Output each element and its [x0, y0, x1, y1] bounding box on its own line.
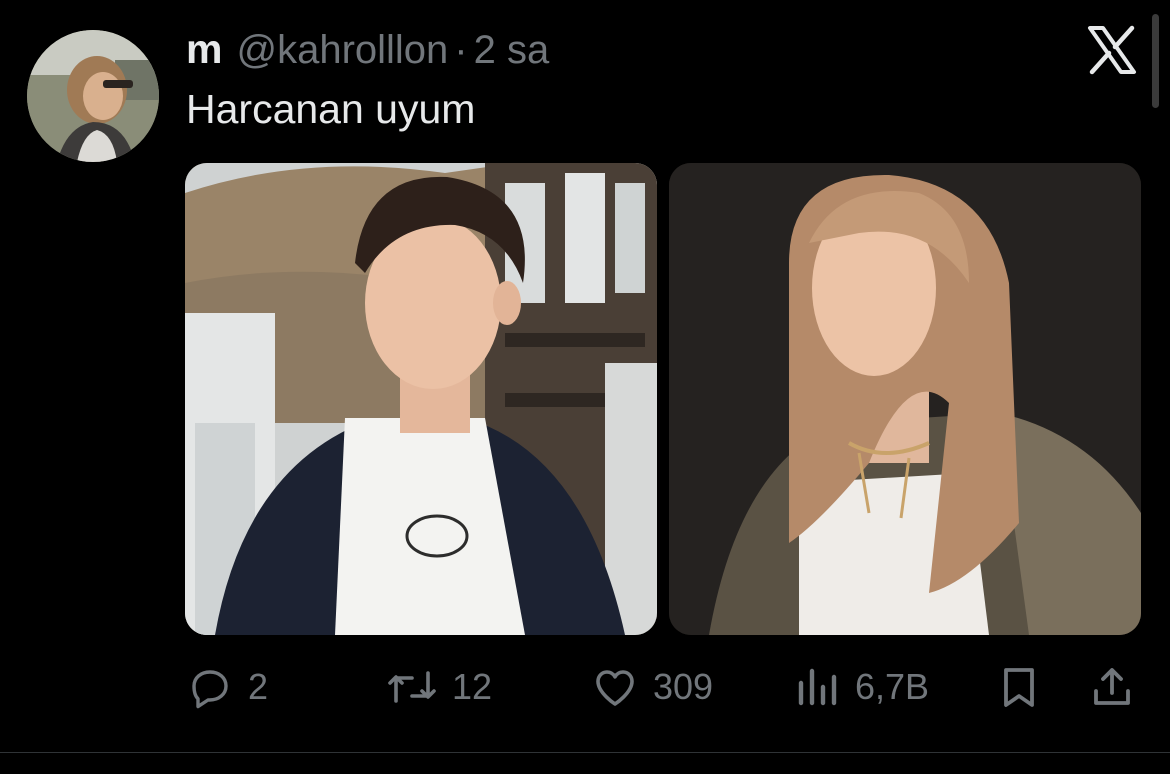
share-button[interactable] [1088, 655, 1136, 719]
tweet-header: m @kahrolllon · 2 sa [186, 26, 549, 72]
reply-icon [192, 670, 228, 709]
reply-button[interactable]: 2 [186, 655, 268, 719]
display-name[interactable]: m [186, 26, 222, 73]
bookmark-button[interactable] [996, 655, 1042, 719]
tweet-text: Harcanan uyum [186, 86, 476, 132]
repost-icon [388, 671, 436, 703]
share-icon [1094, 668, 1130, 705]
view-count: 6,7B [855, 666, 930, 707]
timestamp[interactable]: 2 sa [474, 28, 550, 73]
repost-count: 12 [452, 666, 493, 707]
avatar-image [27, 30, 159, 162]
separator-dot: · [454, 28, 468, 72]
repost-button[interactable]: 12 [386, 655, 492, 719]
views-button[interactable]: 6,7B [795, 655, 929, 719]
views-icon [798, 668, 837, 706]
tweet-actions: 2 12 309 6,7B [0, 655, 1170, 719]
divider [0, 752, 1170, 753]
avatar[interactable] [27, 30, 159, 162]
scrollbar[interactable] [1152, 14, 1159, 108]
like-count: 309 [653, 666, 714, 707]
media-image-1[interactable] [185, 163, 657, 635]
user-handle[interactable]: @kahrolllon [236, 28, 448, 73]
heart-icon [596, 670, 634, 706]
like-button[interactable]: 309 [591, 655, 713, 719]
bookmark-icon [1004, 668, 1034, 707]
media-image-2[interactable] [669, 163, 1141, 635]
x-logo-icon [1086, 24, 1138, 76]
reply-count: 2 [248, 666, 269, 707]
